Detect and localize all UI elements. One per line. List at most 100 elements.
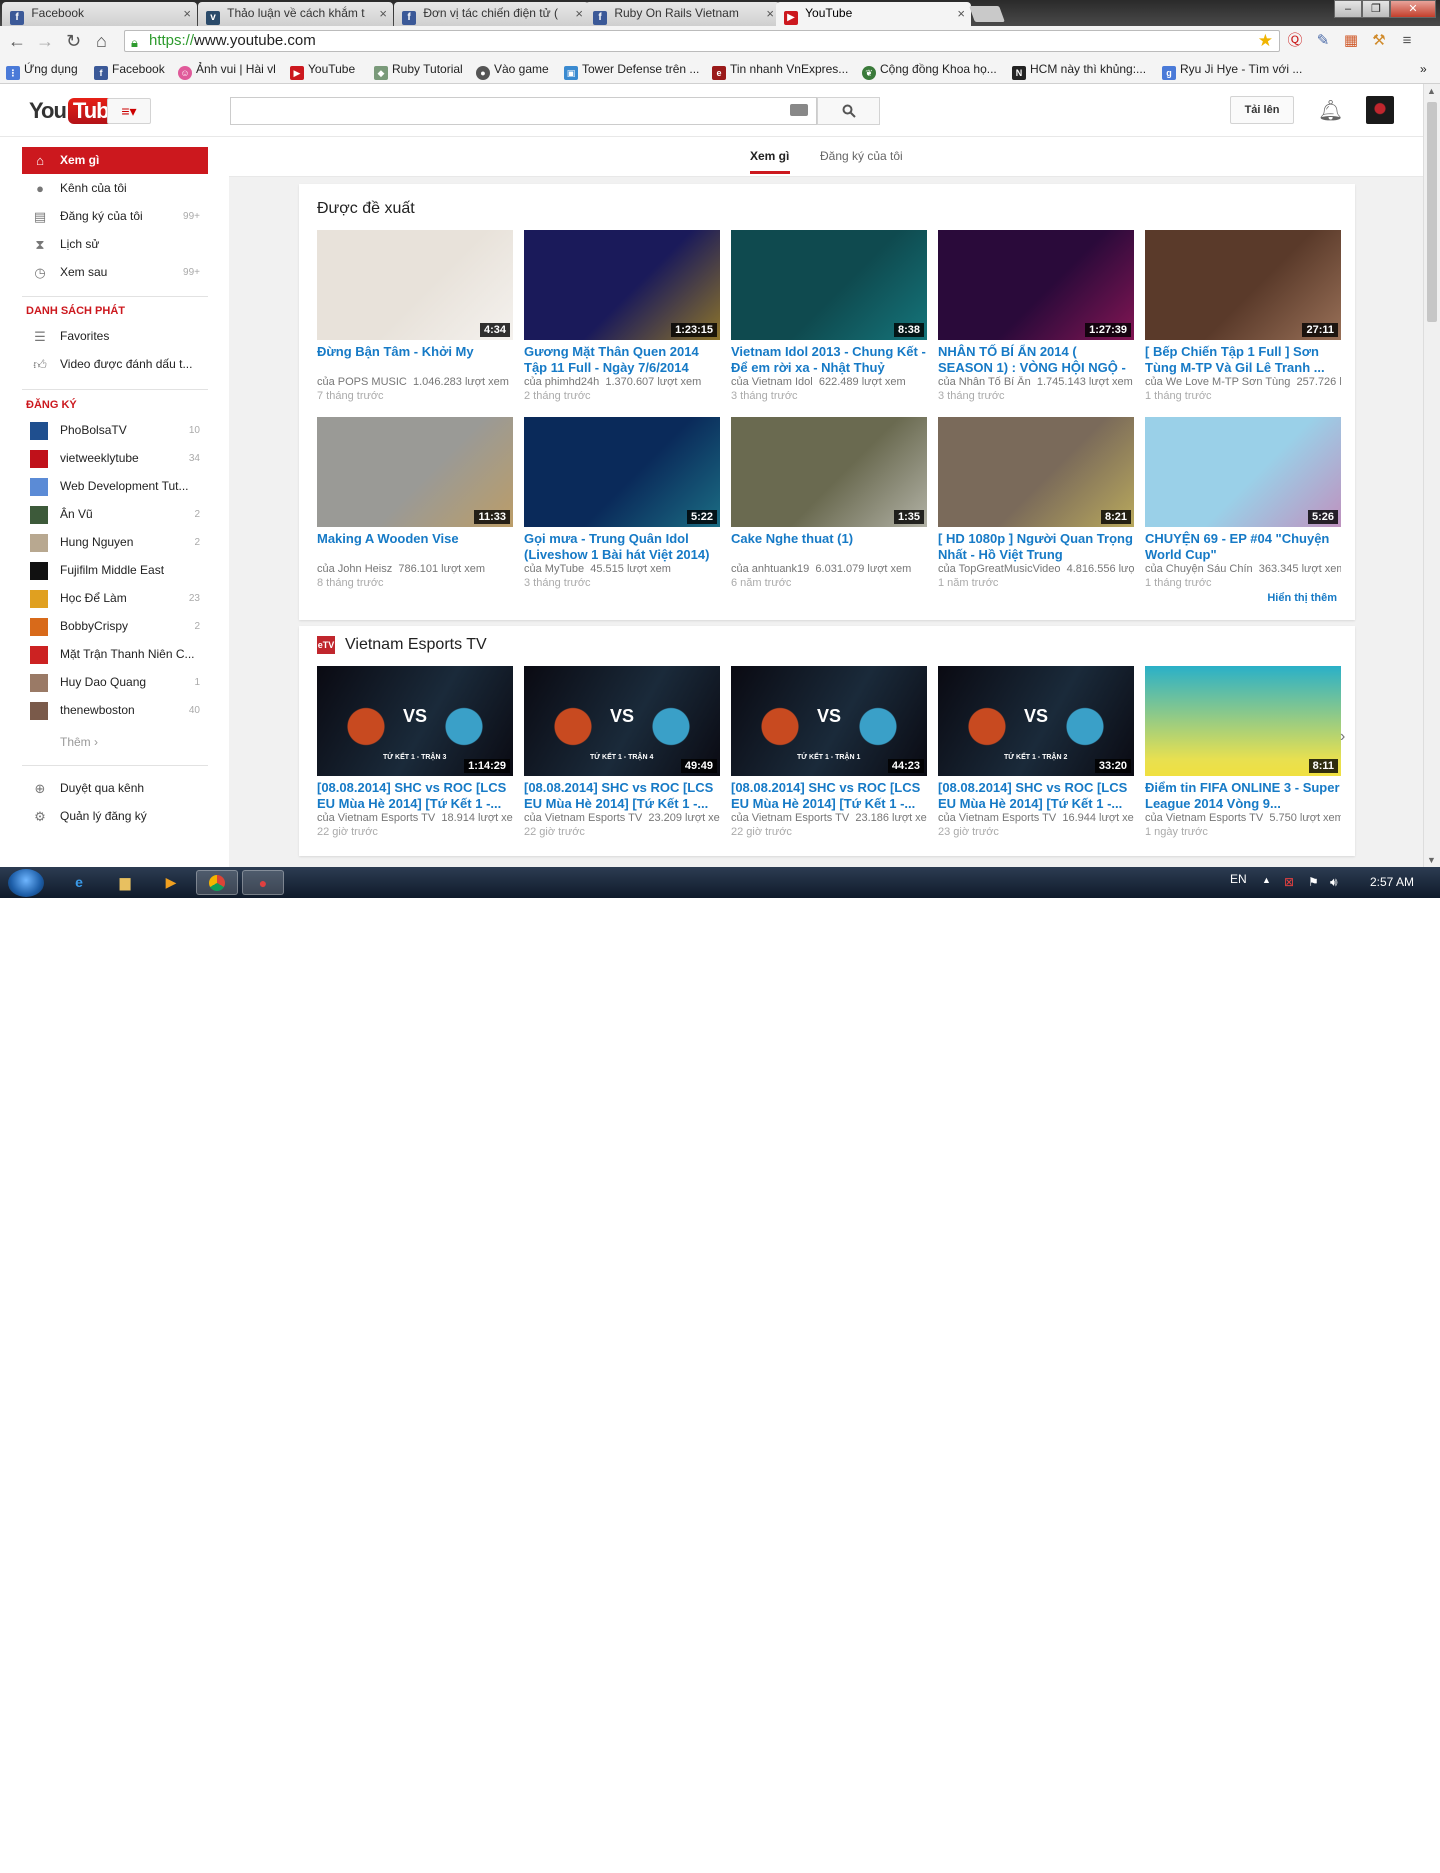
sidebar-item-liked-videos[interactable]: 👍︎ Video được đánh dấu t... [22,351,208,378]
video-channel-link[interactable]: của Chuyện Sáu Chín [1145,563,1253,575]
extension-q-icon[interactable]: Ⓠ [1286,32,1304,50]
video-channel-link[interactable]: của MyTube [524,563,584,575]
video-thumbnail[interactable]: 11:33 [317,417,513,527]
video-thumbnail[interactable]: 5:26 [1145,417,1341,527]
avatar[interactable] [1366,96,1394,124]
sidebar-item-subscription[interactable]: BobbyCrispy 2 [22,613,208,640]
video-title-link[interactable]: Đừng Bận Tâm - Khởi My [317,344,513,360]
video-channel-link[interactable]: của Vietnam Idol [731,376,813,388]
video-channel-link[interactable]: của anhtuank19 [731,563,809,575]
video-thumbnail[interactable]: VS TỨ KẾT 1 - TRẬN 2 33:20 [938,666,1134,776]
sidebar-item-subscription[interactable]: PhoBolsaTV 10 [22,417,208,444]
sidebar-item-subscription[interactable]: thenewboston 40 [22,697,208,724]
video-card[interactable]: 27:11 [ Bếp Chiến Tập 1 Full ] Sơn Tùng M… [1145,230,1341,402]
video-title-link[interactable]: [ Bếp Chiến Tập 1 Full ] Sơn Tùng M-TP V… [1145,344,1341,376]
video-title-link[interactable]: Gọi mưa - Trung Quân Idol (Liveshow 1 Bà… [524,531,720,563]
video-channel-link[interactable]: của Vietnam Esports TV [731,812,849,824]
video-card[interactable]: 1:27:39 NHÂN TỐ BÍ ẨN 2014 ( SEASON 1) : … [938,230,1134,402]
volume-icon[interactable]: 🔊︎ [1330,875,1338,890]
video-thumbnail[interactable]: VS TỨ KẾT 1 - TRẬN 4 49:49 [524,666,720,776]
search-input[interactable] [230,97,817,125]
sidebar-item-subscription[interactable]: Mặt Trận Thanh Niên C... [22,641,208,668]
video-title-link[interactable]: [ HD 1080p ] Người Quan Trọng Nhất - Hồ … [938,531,1134,563]
sidebar-item-subscriptions[interactable]: ▤ Đăng ký của tôi 99+ [22,203,208,230]
flag-icon[interactable]: ⚑ [1308,875,1319,889]
carousel-next-icon[interactable]: › [1340,728,1345,746]
video-channel-link[interactable]: của Vietnam Esports TV [317,812,435,824]
video-title-link[interactable]: [08.08.2014] SHC vs ROC [LCS EU Mùa Hè 2… [317,780,513,812]
bookmark-ruby[interactable]: ◆ Ruby Tutorial [374,62,463,80]
video-channel-link[interactable]: của phimhd24h [524,376,599,388]
keyboard-icon[interactable] [790,104,808,116]
bookmark-vao-game[interactable]: ● Vào game [476,62,549,80]
bookmark-ryu-ji-hye[interactable]: g Ryu Ji Hye - Tìm với ... [1162,62,1302,80]
video-channel-link[interactable]: của TopGreatMusicVideo [938,563,1061,575]
video-thumbnail[interactable]: 8:21 [938,417,1134,527]
sidebar-item-history[interactable]: ⧗ Lịch sử [22,231,208,258]
browser-tab[interactable]: f Facebook × [2,2,197,26]
video-card[interactable]: 8:11 Điểm tin FIFA ONLINE 3 - Super Leagu… [1145,666,1341,838]
video-card[interactable]: 1:23:15 Gương Mặt Thân Quen 2014 Tập 11 F… [524,230,720,402]
video-card[interactable]: VS TỨ KẾT 1 - TRẬN 3 1:14:29 [08.08.2014] S… [317,666,513,838]
video-thumbnail[interactable]: 8:11 [1145,666,1341,776]
page-scrollbar[interactable]: ▲ ▼ [1423,84,1440,867]
bookmark-hcm[interactable]: N HCM này thì khủng:... [1012,62,1146,80]
browser-tab-active[interactable]: ▶ YouTube × [776,2,971,26]
search-button[interactable] [817,97,880,125]
network-status-icon[interactable]: ⊠ [1284,875,1294,889]
video-title-link[interactable]: CHUYỆN 69 - EP #04 "Chuyện World Cup" [1145,531,1341,563]
dropper-icon[interactable]: ✎ [1314,32,1332,50]
start-button[interactable] [8,869,44,897]
sidebar-item-subscription[interactable]: Huy Dao Quang 1 [22,669,208,696]
sidebar-item-subscription[interactable]: Fujifilm Middle East [22,557,208,584]
bookmark-facebook[interactable]: f Facebook [94,62,165,80]
tab-what-to-watch[interactable]: Xem gì [750,149,789,163]
video-card[interactable]: 5:26 CHUYỆN 69 - EP #04 "Chuyện World Cup… [1145,417,1341,589]
video-card[interactable]: VS TỨ KẾT 1 - TRẬN 1 44:23 [08.08.2014] SHC… [731,666,927,838]
video-title-link[interactable]: Điểm tin FIFA ONLINE 3 - Super League 20… [1145,780,1341,812]
video-title-link[interactable]: Making A Wooden Vise [317,531,513,547]
video-thumbnail[interactable]: VS TỨ KẾT 1 - TRẬN 3 1:14:29 [317,666,513,776]
reload-icon[interactable]: ↻ [66,31,81,52]
tool-icon[interactable]: ⚒ [1370,32,1388,50]
video-card[interactable]: 8:21 [ HD 1080p ] Người Quan Trọng Nhất -… [938,417,1134,589]
bookmark-youtube[interactable]: ▶ YouTube [290,62,355,80]
video-title-link[interactable]: [08.08.2014] SHC vs ROC [LCS EU Mùa Hè 2… [731,780,927,812]
show-more-link[interactable]: Hiển thị thêm [1267,592,1337,604]
video-card[interactable]: VS TỨ KẾT 1 - TRẬN 4 49:49 [08.08.2014] SHC… [524,666,720,838]
minimize-button[interactable]: – [1334,0,1362,18]
close-icon[interactable]: × [766,6,774,21]
close-icon[interactable]: × [957,6,965,21]
scrollbar-thumb[interactable] [1427,102,1437,322]
video-channel-link[interactable]: của Vietnam Esports TV [1145,812,1263,824]
video-thumbnail[interactable]: 1:23:15 [524,230,720,340]
video-title-link[interactable]: [08.08.2014] SHC vs ROC [LCS EU Mùa Hè 2… [524,780,720,812]
sidebar-item-subscription[interactable]: Học Để Làm 23 [22,585,208,612]
sidebar-item-watch-later[interactable]: ◷ Xem sau 99+ [22,259,208,286]
video-channel-link[interactable]: của Vietnam Esports TV [938,812,1056,824]
sidebar-item-favorites[interactable]: ☰ Favorites [22,323,208,350]
video-card[interactable]: VS TỨ KẾT 1 - TRẬN 2 33:20 [08.08.2014] SHC… [938,666,1134,838]
bookmark-star-icon[interactable]: ★ [1258,31,1273,51]
browser-tab[interactable]: f Đơn vị tác chiến điện tử ( × [394,2,589,26]
back-arrow-icon[interactable]: ← [8,31,26,52]
video-thumbnail[interactable]: VS TỨ KẾT 1 - TRẬN 1 44:23 [731,666,927,776]
address-bar[interactable]: 🔒︎ https://www.youtube.com ★ [124,30,1280,52]
browser-tab[interactable]: v Thảo luận về cách khắm t × [198,2,393,26]
forward-arrow-icon[interactable]: → [36,31,54,52]
video-channel-link[interactable]: của POPS MUSIC [317,376,407,388]
sidebar-item-subscription[interactable]: Ân Vũ 2 [22,501,208,528]
sidebar-item-browse-channels[interactable]: ⊕ Duyệt qua kênh [22,775,208,802]
video-channel-link[interactable]: của Nhân Tố Bí Ẩn [938,376,1031,388]
maximize-button[interactable]: ❐ [1362,0,1390,18]
video-channel-link[interactable]: của John Heisz [317,563,392,575]
tray-expand-icon[interactable]: ▲ [1262,875,1271,885]
video-thumbnail[interactable]: 27:11 [1145,230,1341,340]
sidebar-item-my-channel[interactable]: ● Kênh của tôi [22,175,208,202]
video-title-link[interactable]: NHÂN TỐ BÍ ẨN 2014 ( SEASON 1) : VÒNG HỘ… [938,344,1134,376]
close-window-button[interactable]: ✕ [1390,0,1436,18]
bookmark-khoa-hoc[interactable]: ❦ Cộng đồng Khoa họ... [862,62,997,80]
menu-icon[interactable]: ≡ [1398,32,1416,50]
video-thumbnail[interactable]: 5:22 [524,417,720,527]
tab-my-subscriptions[interactable]: Đăng ký của tôi [820,149,903,163]
